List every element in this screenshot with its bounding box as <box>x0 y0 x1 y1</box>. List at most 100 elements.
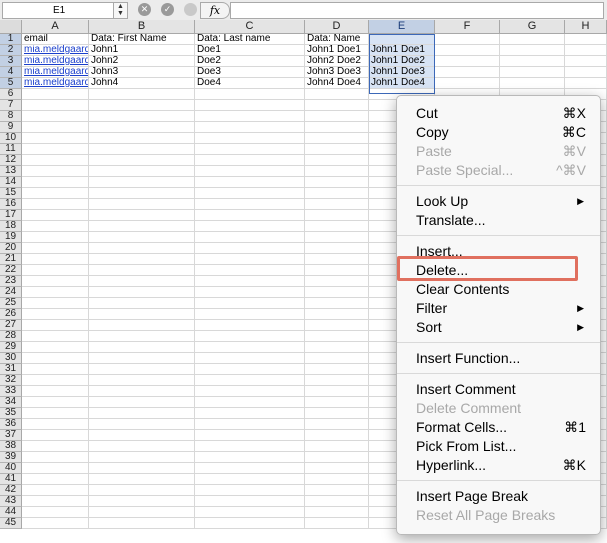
cell-a23[interactable] <box>22 276 89 287</box>
cell-a26[interactable] <box>22 309 89 320</box>
cell-a22[interactable] <box>22 265 89 276</box>
cell-d18[interactable] <box>305 221 369 232</box>
cell-a1[interactable]: email <box>22 34 89 45</box>
cell-c14[interactable] <box>195 177 305 188</box>
cell-d36[interactable] <box>305 419 369 430</box>
cell-h3[interactable] <box>565 56 607 67</box>
cell-b32[interactable] <box>89 375 195 386</box>
cell-b26[interactable] <box>89 309 195 320</box>
cell-b27[interactable] <box>89 320 195 331</box>
cell-c37[interactable] <box>195 430 305 441</box>
cell-b21[interactable] <box>89 254 195 265</box>
cell-a12[interactable] <box>22 155 89 166</box>
cell-b25[interactable] <box>89 298 195 309</box>
cell-d45[interactable] <box>305 518 369 529</box>
cell-a14[interactable] <box>22 177 89 188</box>
cell-d2[interactable]: John1 Doe1 <box>305 45 369 56</box>
cell-b42[interactable] <box>89 485 195 496</box>
cell-a45[interactable] <box>22 518 89 529</box>
cell-a6[interactable] <box>22 89 89 100</box>
column-header-f[interactable]: F <box>435 20 500 34</box>
cell-d14[interactable] <box>305 177 369 188</box>
cell-c38[interactable] <box>195 441 305 452</box>
cell-c18[interactable] <box>195 221 305 232</box>
cell-a29[interactable] <box>22 342 89 353</box>
cell-g3[interactable] <box>500 56 565 67</box>
cell-d12[interactable] <box>305 155 369 166</box>
cell-b7[interactable] <box>89 100 195 111</box>
formula-input[interactable] <box>230 2 604 19</box>
cell-c16[interactable] <box>195 199 305 210</box>
cell-c40[interactable] <box>195 463 305 474</box>
cell-f1[interactable] <box>435 34 500 45</box>
column-header-g[interactable]: G <box>500 20 565 34</box>
cell-d23[interactable] <box>305 276 369 287</box>
menu-item-clear-contents[interactable]: Clear Contents <box>416 280 586 299</box>
menu-item-insert-function[interactable]: Insert Function... <box>416 349 586 368</box>
cell-d29[interactable] <box>305 342 369 353</box>
cell-d7[interactable] <box>305 100 369 111</box>
cell-c45[interactable] <box>195 518 305 529</box>
cell-b20[interactable] <box>89 243 195 254</box>
cell-d28[interactable] <box>305 331 369 342</box>
cell-d20[interactable] <box>305 243 369 254</box>
column-header-e[interactable]: E <box>369 20 435 34</box>
cell-b30[interactable] <box>89 353 195 364</box>
cell-a35[interactable] <box>22 408 89 419</box>
cell-a4[interactable]: mia.meldgaard <box>22 67 89 78</box>
menu-item-sort[interactable]: Sort ▶ <box>416 318 586 337</box>
cell-a31[interactable] <box>22 364 89 375</box>
select-all-corner[interactable] <box>0 20 22 34</box>
cell-a8[interactable] <box>22 111 89 122</box>
cell-d34[interactable] <box>305 397 369 408</box>
cell-a24[interactable] <box>22 287 89 298</box>
menu-item-insert-page-break[interactable]: Insert Page Break <box>416 487 586 506</box>
cell-c1[interactable]: Data: Last name <box>195 34 305 45</box>
cell-c10[interactable] <box>195 133 305 144</box>
cell-d38[interactable] <box>305 441 369 452</box>
cell-d25[interactable] <box>305 298 369 309</box>
cell-b36[interactable] <box>89 419 195 430</box>
name-box[interactable]: E1 <box>2 2 114 19</box>
row-header[interactable]: 45 <box>0 518 22 529</box>
cell-a5[interactable]: mia.meldgaard <box>22 78 89 89</box>
cell-d8[interactable] <box>305 111 369 122</box>
cell-d1[interactable]: Data: Name <box>305 34 369 45</box>
cell-b31[interactable] <box>89 364 195 375</box>
cell-c6[interactable] <box>195 89 305 100</box>
cell-d32[interactable] <box>305 375 369 386</box>
menu-item-filter[interactable]: Filter ▶ <box>416 299 586 318</box>
cell-b34[interactable] <box>89 397 195 408</box>
cell-b19[interactable] <box>89 232 195 243</box>
cell-b28[interactable] <box>89 331 195 342</box>
cell-b15[interactable] <box>89 188 195 199</box>
cell-b9[interactable] <box>89 122 195 133</box>
cell-d5[interactable]: John4 Doe4 <box>305 78 369 89</box>
cell-b5[interactable]: John4 <box>89 78 195 89</box>
cell-d15[interactable] <box>305 188 369 199</box>
cell-b38[interactable] <box>89 441 195 452</box>
cell-c25[interactable] <box>195 298 305 309</box>
cell-d39[interactable] <box>305 452 369 463</box>
cell-c23[interactable] <box>195 276 305 287</box>
cell-g4[interactable] <box>500 67 565 78</box>
cell-h1[interactable] <box>565 34 607 45</box>
cell-a32[interactable] <box>22 375 89 386</box>
cell-b41[interactable] <box>89 474 195 485</box>
cell-c34[interactable] <box>195 397 305 408</box>
cell-d9[interactable] <box>305 122 369 133</box>
cell-c17[interactable] <box>195 210 305 221</box>
cell-a42[interactable] <box>22 485 89 496</box>
cell-d37[interactable] <box>305 430 369 441</box>
column-header-d[interactable]: D <box>305 20 369 34</box>
cell-d16[interactable] <box>305 199 369 210</box>
cell-c7[interactable] <box>195 100 305 111</box>
cell-c15[interactable] <box>195 188 305 199</box>
cell-c43[interactable] <box>195 496 305 507</box>
cell-c42[interactable] <box>195 485 305 496</box>
cell-e1[interactable] <box>369 34 435 45</box>
cell-b40[interactable] <box>89 463 195 474</box>
cell-e4[interactable]: John1 Doe3 <box>369 67 435 78</box>
cell-b37[interactable] <box>89 430 195 441</box>
cell-f4[interactable] <box>435 67 500 78</box>
